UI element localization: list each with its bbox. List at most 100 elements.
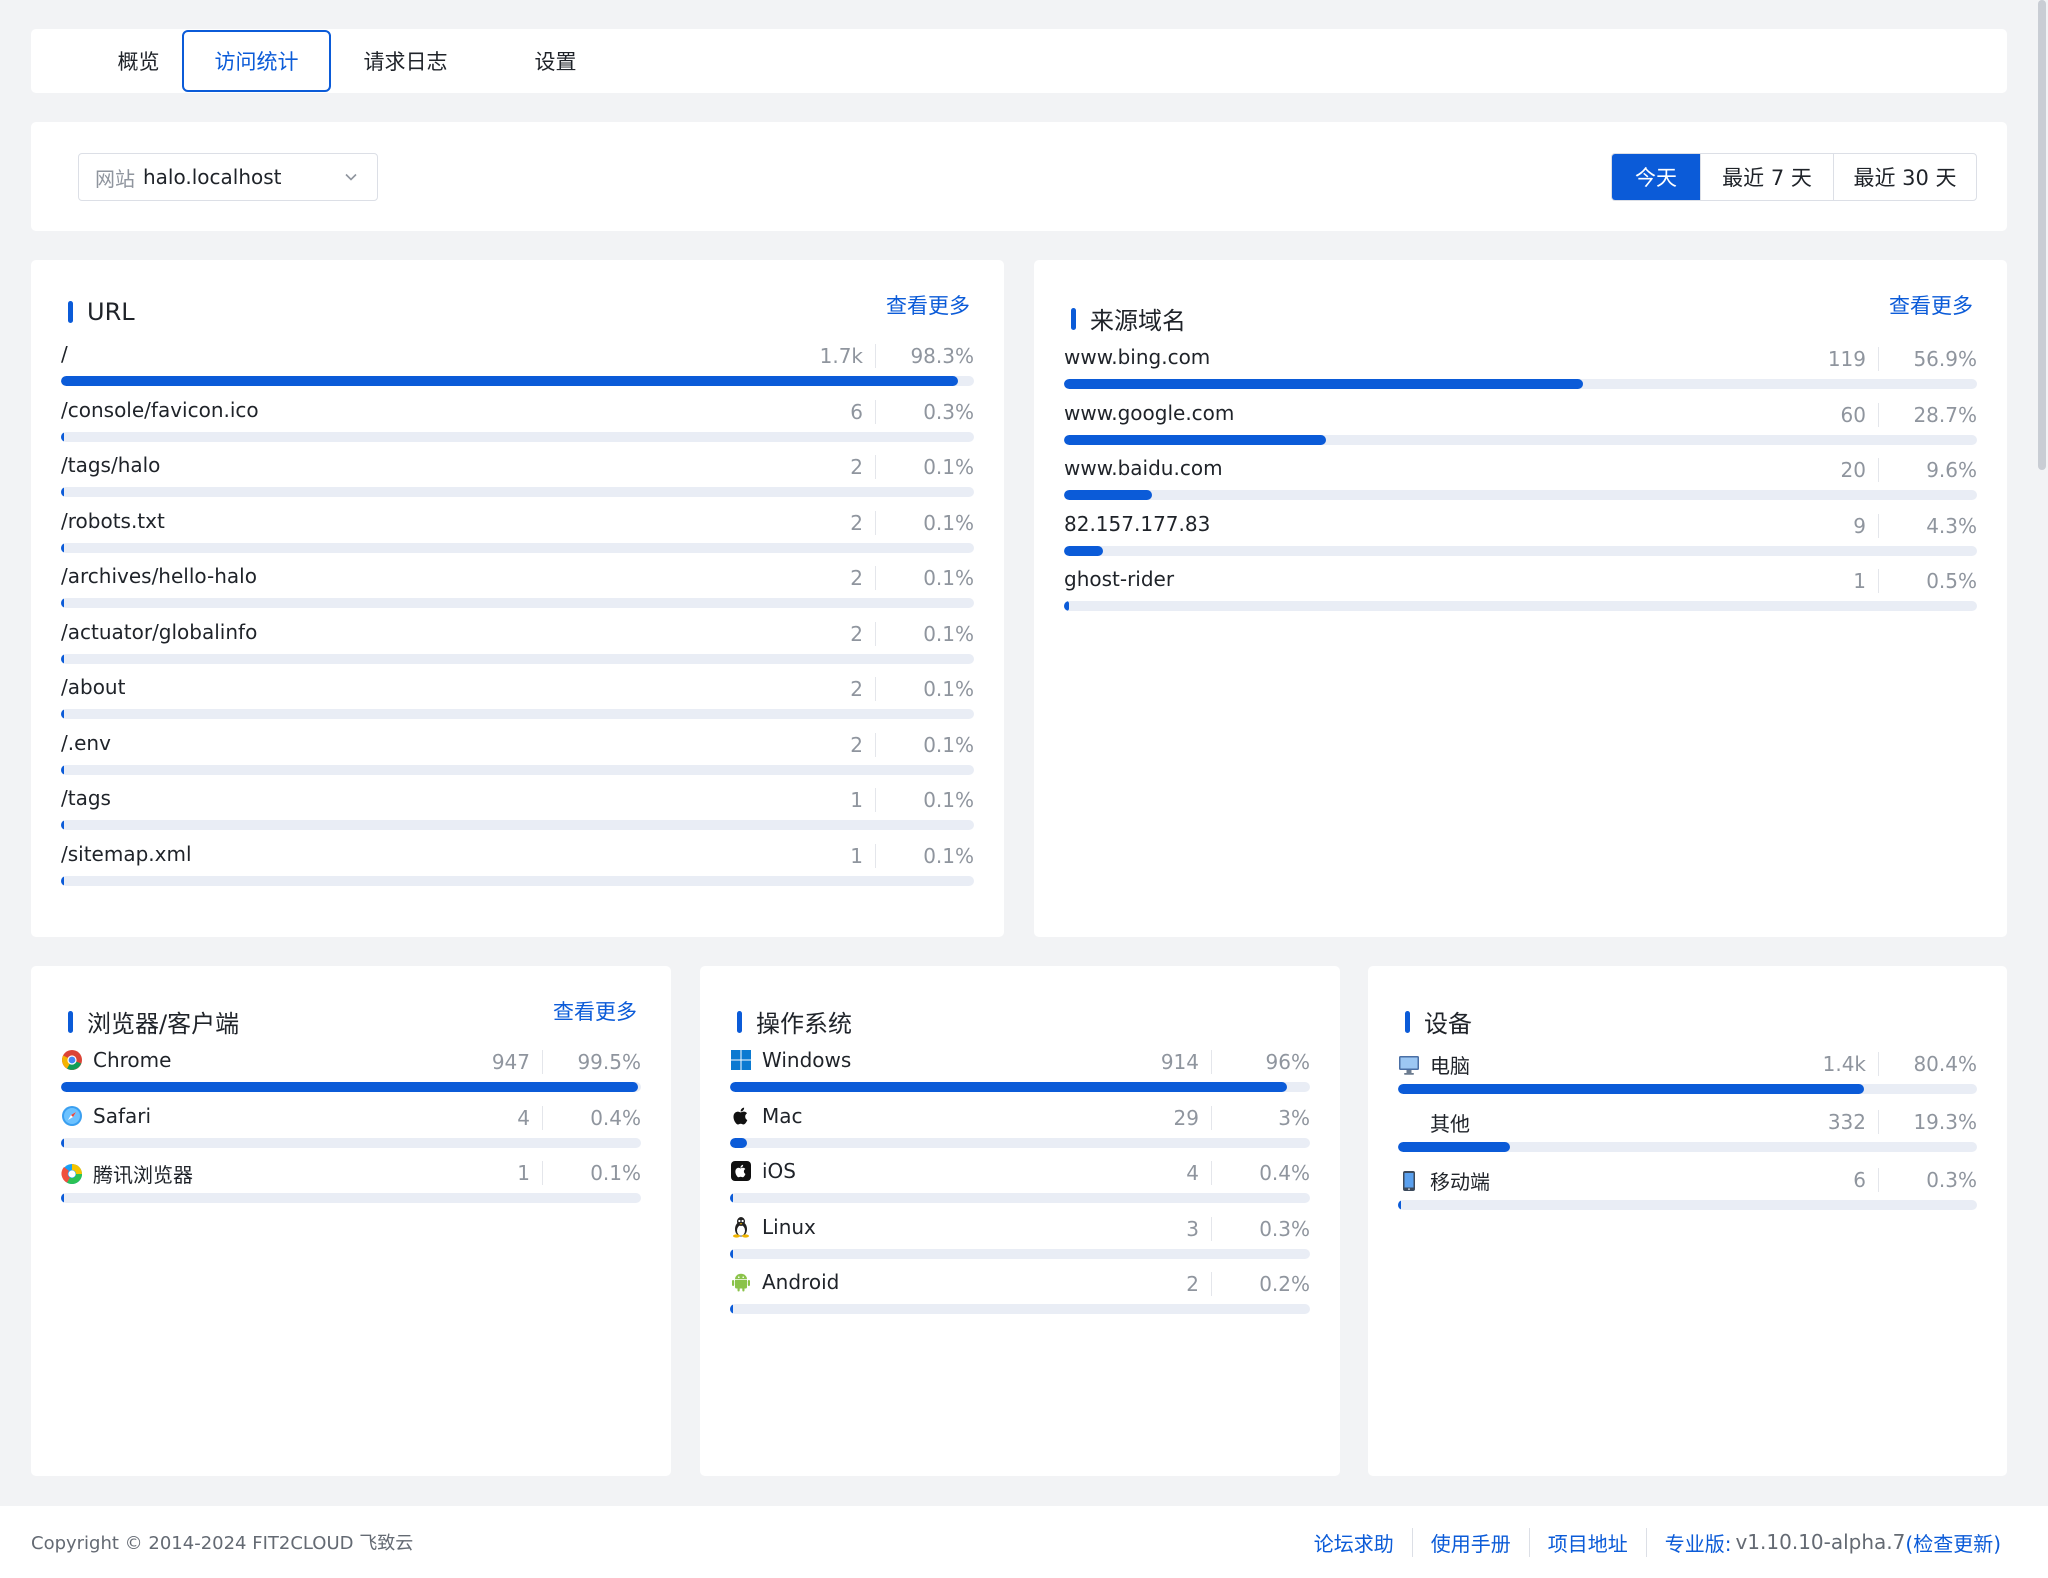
user-manual-link[interactable]: 使用手册: [1411, 1527, 1529, 1557]
title-accent-bar: [68, 1010, 73, 1033]
stat-row-text: 电脑: [1430, 1054, 1470, 1078]
progress-track: [1398, 1142, 1977, 1152]
site-select-prefix: 网站: [95, 166, 135, 191]
stat-row-percent: 0.3%: [1259, 1216, 1310, 1241]
stat-row-text: www.baidu.com: [1064, 456, 1223, 480]
stat-row-count: 1: [517, 1161, 543, 1185]
stat-row: /console/favicon.ico 6 0.3%: [61, 394, 974, 450]
tab-bar: 概览 访问统计 请求日志 设置: [31, 29, 2007, 93]
progress-fill: [61, 1082, 639, 1092]
progress-fill: [1064, 545, 1104, 556]
progress-fill: [61, 875, 64, 886]
chrome-icon: [61, 1049, 83, 1071]
progress-track: [1064, 379, 1977, 389]
stat-row-text: ghost-rider: [1064, 567, 1175, 591]
browser-card-title: 浏览器/客户端: [87, 1010, 240, 1038]
progress-fill: [61, 653, 64, 664]
tab-access-stats[interactable]: 访问统计: [182, 30, 331, 92]
url-view-more-link[interactable]: 查看更多: [886, 290, 970, 320]
stat-row-count: 947: [492, 1050, 543, 1074]
tab-settings[interactable]: 设置: [481, 30, 630, 92]
stat-row-count: 332: [1828, 1110, 1879, 1134]
stat-row: /sitemap.xml 1 0.1%: [61, 838, 974, 894]
stat-row-text: www.bing.com: [1064, 345, 1211, 369]
stat-row-label: /tags/halo: [61, 453, 160, 477]
stat-row: 腾讯浏览器 1 0.1%: [61, 1155, 641, 1211]
stat-row-percent: 99.5%: [577, 1050, 641, 1074]
progress-track: [61, 376, 974, 386]
stat-row-count: 4: [1186, 1161, 1212, 1185]
progress-track: [1064, 601, 1977, 611]
stat-row-count: 1: [1853, 569, 1879, 593]
card-title: 来源域名: [1071, 301, 1186, 336]
stat-row-percent: 19.3%: [1913, 1110, 1977, 1134]
stat-row-count: 1: [850, 788, 876, 812]
forum-help-link[interactable]: 论坛求助: [1296, 1528, 1412, 1557]
footer: Copyright © 2014-2024 FIT2CLOUD 飞致云 论坛求助…: [0, 1506, 2048, 1578]
browser-view-more-link[interactable]: 查看更多: [553, 996, 637, 1026]
copyright-text: Copyright © 2014-2024 FIT2CLOUD 飞致云: [31, 1533, 414, 1554]
stat-row-text: /sitemap.xml: [61, 841, 192, 866]
stat-row-label: www.google.com: [1064, 401, 1234, 425]
stat-row-percent: 0.1%: [923, 621, 974, 646]
referer-view-more-link[interactable]: 查看更多: [1889, 290, 1973, 320]
stat-row-percent: 0.5%: [1926, 569, 1977, 593]
page-scrollbar[interactable]: [2036, 0, 2048, 1506]
check-update-link[interactable]: (检查更新): [1905, 1528, 2001, 1557]
stat-row-percent: 80.4%: [1913, 1052, 1977, 1076]
range-7-days-button[interactable]: 最近 7 天: [1700, 154, 1833, 200]
stat-row: /archives/hello-halo 2 0.1%: [61, 560, 974, 616]
stat-row-label: Safari: [61, 1104, 151, 1128]
stat-row-count: 6: [1853, 1168, 1879, 1192]
stat-row-text: 其他: [1430, 1112, 1470, 1136]
stat-row: /actuator/globalinfo 2 0.1%: [61, 616, 974, 672]
progress-track: [61, 709, 974, 719]
stat-row-label: /about: [61, 675, 125, 699]
progress-fill: [730, 1304, 733, 1314]
stat-row-count: 3: [1186, 1216, 1212, 1241]
progress-fill: [730, 1137, 748, 1148]
stat-row-percent: 0.1%: [923, 843, 974, 868]
stat-row-label: /.env: [61, 731, 111, 755]
stat-row-count: 119: [1828, 347, 1879, 371]
stat-row-label: Chrome: [61, 1048, 171, 1072]
stat-row: 电脑 1.4k 80.4%: [1398, 1046, 1977, 1104]
tab-request-logs[interactable]: 请求日志: [331, 30, 480, 92]
stat-row-label: /robots.txt: [61, 509, 165, 533]
stat-row-label: 移动端: [1398, 1166, 1490, 1195]
browser-stats-list: Chrome 947 99.5% Safari 4 0.4% 腾讯浏览器 1 0.1%: [61, 1044, 641, 1211]
stat-row-label: Windows: [730, 1048, 851, 1072]
stat-row: Chrome 947 99.5%: [61, 1044, 641, 1100]
stat-row-text: /robots.txt: [61, 508, 165, 533]
blank-icon-slot: [1398, 1112, 1420, 1134]
progress-fill: [61, 376, 959, 386]
range-30-days-button[interactable]: 最近 30 天: [1833, 154, 1976, 200]
stat-row: 移动端 6 0.3%: [1398, 1162, 1977, 1220]
title-accent-bar: [737, 1010, 742, 1033]
stat-row: Windows 914 96%: [730, 1044, 1310, 1100]
range-today-button[interactable]: 今天: [1612, 154, 1700, 200]
version-number: v1.10.10-alpha.7: [1735, 1530, 1906, 1554]
title-accent-bar: [1405, 1010, 1410, 1033]
stat-row-text: /actuator/globalinfo: [61, 619, 258, 644]
stat-row: /.env 2 0.1%: [61, 727, 974, 783]
referer-stats-list: www.bing.com 119 56.9% www.google.com 60 28.7…: [1064, 341, 1977, 619]
site-select[interactable]: 网站 halo.localhost: [78, 153, 378, 201]
stat-row-percent: 0.4%: [590, 1105, 641, 1130]
stat-row-count: 60: [1841, 402, 1879, 427]
progress-fill: [730, 1248, 733, 1259]
time-range-group: 今天 最近 7 天 最近 30 天: [1611, 153, 1977, 201]
progress-fill: [61, 820, 64, 830]
project-address-link[interactable]: 项目地址: [1528, 1527, 1646, 1557]
stat-row: www.google.com 60 28.7%: [1064, 397, 1977, 453]
progress-track: [61, 1193, 641, 1203]
stat-row-count: 2: [850, 566, 876, 590]
safari-icon: [61, 1105, 83, 1127]
stat-row-count: 20: [1841, 458, 1879, 482]
stat-row-label: Linux: [730, 1215, 816, 1239]
progress-track: [61, 820, 974, 830]
stat-row-percent: 0.1%: [923, 510, 974, 535]
stat-row-percent: 0.3%: [923, 399, 974, 424]
scrollbar-thumb[interactable]: [2038, 0, 2046, 470]
stat-row-count: 2: [850, 732, 876, 757]
